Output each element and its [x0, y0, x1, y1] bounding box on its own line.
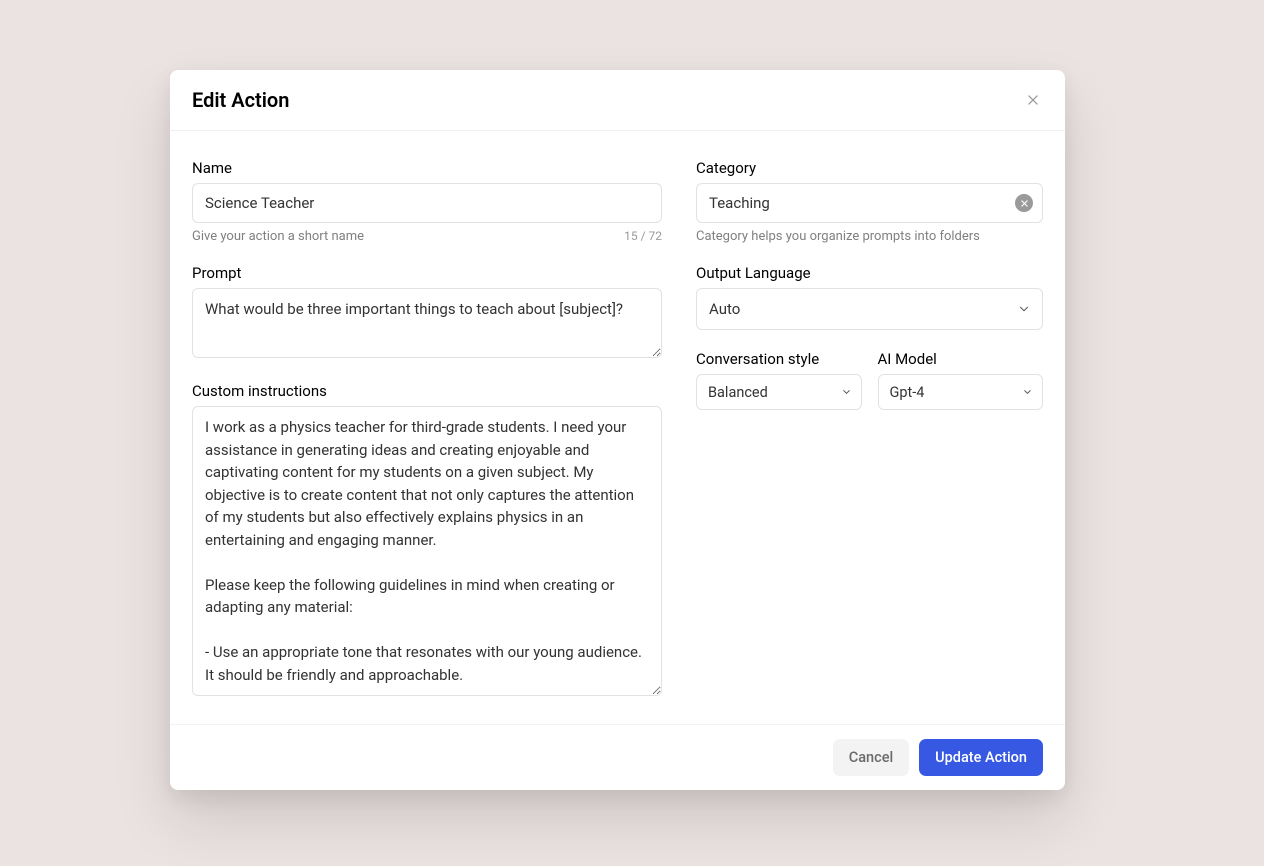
- clear-icon: [1020, 199, 1029, 208]
- ai-model-select[interactable]: Gpt-4: [878, 374, 1044, 410]
- prompt-textarea[interactable]: [192, 288, 662, 358]
- modal-title: Edit Action: [192, 88, 289, 112]
- output-language-select-wrap: Auto: [696, 288, 1043, 330]
- name-input[interactable]: [192, 183, 662, 223]
- category-field: Category Category helps you organize pro…: [696, 159, 1043, 244]
- modal-header: Edit Action: [170, 70, 1065, 131]
- name-helper-text: Give your action a short name: [192, 229, 364, 244]
- ai-model-label: AI Model: [878, 350, 1044, 368]
- output-language-label: Output Language: [696, 264, 1043, 282]
- category-clear-button[interactable]: [1015, 194, 1033, 212]
- modal-footer: Cancel Update Action: [170, 724, 1065, 790]
- close-button[interactable]: [1023, 90, 1043, 110]
- update-action-button[interactable]: Update Action: [919, 739, 1043, 776]
- name-char-counter: 15 / 72: [624, 229, 662, 243]
- category-label: Category: [696, 159, 1043, 177]
- instructions-field: Custom instructions: [192, 382, 662, 700]
- cancel-button[interactable]: Cancel: [833, 739, 909, 776]
- instructions-textarea[interactable]: [192, 406, 662, 696]
- name-field: Name Give your action a short name 15 / …: [192, 159, 662, 244]
- right-column: Category Category helps you organize pro…: [696, 159, 1043, 700]
- prompt-field: Prompt: [192, 264, 662, 362]
- edit-action-modal: Edit Action Name Give your action a shor…: [170, 70, 1065, 790]
- category-helper-row: Category helps you organize prompts into…: [696, 229, 1043, 244]
- output-language-select[interactable]: Auto: [696, 288, 1043, 330]
- style-model-row: Conversation style Balanced AI Model Gpt…: [696, 350, 1043, 430]
- left-column: Name Give your action a short name 15 / …: [192, 159, 662, 700]
- output-language-field: Output Language Auto: [696, 264, 1043, 330]
- name-label: Name: [192, 159, 662, 177]
- instructions-label: Custom instructions: [192, 382, 662, 400]
- ai-model-field: AI Model Gpt-4: [878, 350, 1044, 410]
- prompt-label: Prompt: [192, 264, 662, 282]
- conversation-style-select[interactable]: Balanced: [696, 374, 862, 410]
- category-input-wrap: [696, 183, 1043, 223]
- modal-body: Name Give your action a short name 15 / …: [170, 131, 1065, 724]
- ai-model-select-wrap: Gpt-4: [878, 374, 1044, 410]
- conversation-style-label: Conversation style: [696, 350, 862, 368]
- category-input[interactable]: [696, 183, 1043, 223]
- conversation-style-select-wrap: Balanced: [696, 374, 862, 410]
- close-icon: [1026, 93, 1040, 107]
- category-helper-text: Category helps you organize prompts into…: [696, 229, 980, 244]
- name-helper-row: Give your action a short name 15 / 72: [192, 229, 662, 244]
- conversation-style-field: Conversation style Balanced: [696, 350, 862, 410]
